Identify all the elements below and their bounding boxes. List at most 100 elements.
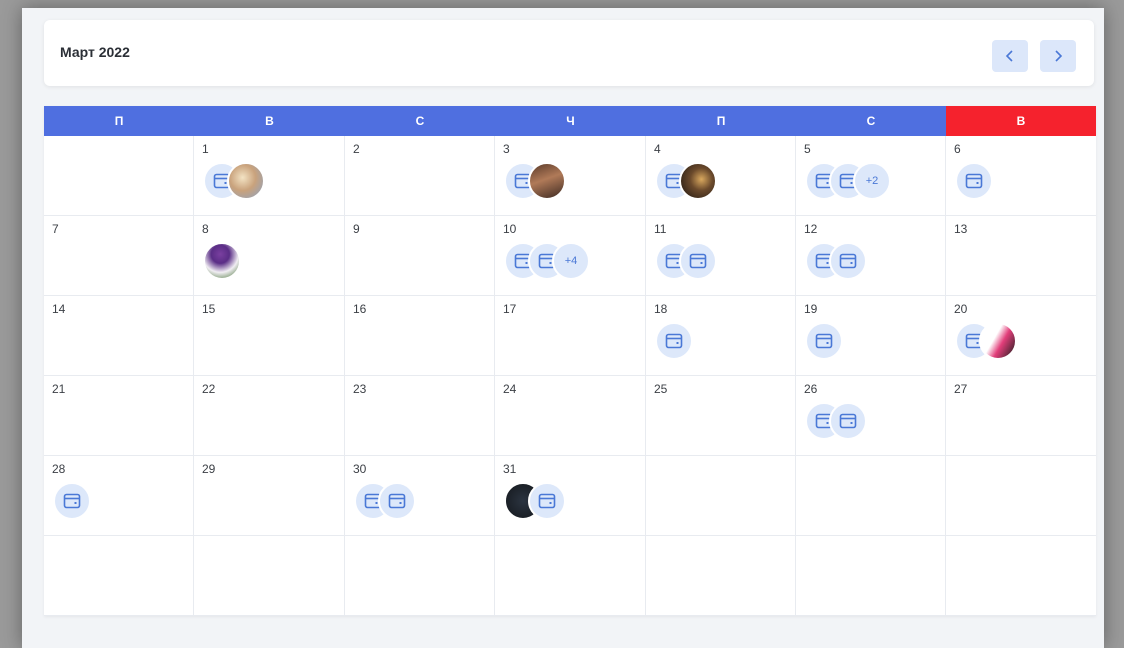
day-cell[interactable]: 21: [44, 376, 194, 456]
day-cell[interactable]: [495, 536, 646, 616]
day-cell[interactable]: [946, 456, 1096, 536]
more-events-badge[interactable]: +2: [853, 162, 891, 200]
event-stack: +2: [805, 162, 891, 200]
weekday-header: В: [194, 106, 345, 136]
day-cell[interactable]: 15: [194, 296, 345, 376]
weekday-header: П: [44, 106, 194, 136]
day-cell[interactable]: [44, 136, 194, 216]
day-number: 25: [654, 382, 668, 396]
day-cell[interactable]: 30: [345, 456, 495, 536]
day-cell[interactable]: [194, 536, 345, 616]
weekday-header: С: [345, 106, 495, 136]
day-number: 15: [202, 302, 216, 316]
day-cell[interactable]: 31: [495, 456, 646, 536]
day-cell[interactable]: 25: [646, 376, 796, 456]
week-row: 14 15 16 17 18 19 20: [44, 296, 1096, 376]
event-cake-photo[interactable]: [528, 162, 566, 200]
event-stack: [203, 162, 265, 200]
day-number: 5: [804, 142, 811, 156]
day-cell[interactable]: 3: [495, 136, 646, 216]
week-row: 1 2 3 4 5 +2 6: [44, 136, 1096, 216]
day-number: 21: [52, 382, 66, 396]
day-cell[interactable]: [44, 536, 194, 616]
day-cell[interactable]: 11: [646, 216, 796, 296]
day-cell[interactable]: 26: [796, 376, 946, 456]
calendar-header: Март 2022: [44, 20, 1094, 86]
day-cell[interactable]: 19: [796, 296, 946, 376]
day-cell[interactable]: [796, 456, 946, 536]
event-stack: [655, 322, 693, 360]
event-children-photo[interactable]: [227, 162, 265, 200]
day-cell[interactable]: 22: [194, 376, 345, 456]
day-cell[interactable]: 20: [946, 296, 1096, 376]
prev-month-button[interactable]: [992, 40, 1028, 72]
day-cell[interactable]: [796, 536, 946, 616]
week-row: 7 8 9 10 +4 11 12 13: [44, 216, 1096, 296]
day-number: 22: [202, 382, 216, 396]
day-number: 26: [804, 382, 818, 396]
event-calendar-badge[interactable]: [53, 482, 91, 520]
event-calendar-badge[interactable]: [378, 482, 416, 520]
chevron-left-icon: [1005, 50, 1013, 62]
day-cell[interactable]: 5 +2: [796, 136, 946, 216]
weekday-header: Ч: [495, 106, 646, 136]
day-cell[interactable]: 14: [44, 296, 194, 376]
day-cell[interactable]: [646, 456, 796, 536]
event-stack: [354, 482, 416, 520]
day-cell[interactable]: [345, 536, 495, 616]
event-stack: [805, 322, 843, 360]
day-number: 14: [52, 302, 66, 316]
event-calendar-badge[interactable]: [655, 322, 693, 360]
calendar-icon: [839, 413, 857, 429]
event-calendar-badge[interactable]: [829, 402, 867, 440]
day-number: 11: [654, 222, 667, 236]
event-poster-photo[interactable]: [979, 322, 1017, 360]
month-title: Март 2022: [60, 44, 130, 60]
week-row: [44, 536, 1096, 616]
day-cell[interactable]: 28: [44, 456, 194, 536]
calendar-icon: [63, 493, 81, 509]
day-cell[interactable]: 12: [796, 216, 946, 296]
day-cell[interactable]: 2: [345, 136, 495, 216]
day-cell[interactable]: 6: [946, 136, 1096, 216]
day-cell[interactable]: 27: [946, 376, 1096, 456]
event-calendar-badge[interactable]: [955, 162, 993, 200]
day-cell[interactable]: 18: [646, 296, 796, 376]
week-row: 28 29 30 31: [44, 456, 1096, 536]
day-cell[interactable]: 10 +4: [495, 216, 646, 296]
calendar-icon: [689, 253, 707, 269]
more-events-badge[interactable]: +4: [552, 242, 590, 280]
day-cell[interactable]: 9: [345, 216, 495, 296]
day-number: 19: [804, 302, 818, 316]
day-cell[interactable]: 13: [946, 216, 1096, 296]
event-calendar-badge[interactable]: [805, 322, 843, 360]
day-cell[interactable]: [646, 536, 796, 616]
day-number: 8: [202, 222, 209, 236]
event-calendar-badge[interactable]: [528, 482, 566, 520]
day-number: 31: [503, 462, 517, 476]
day-cell[interactable]: 7: [44, 216, 194, 296]
day-cell[interactable]: 4: [646, 136, 796, 216]
day-cell[interactable]: 17: [495, 296, 646, 376]
event-tulips-photo[interactable]: [203, 242, 241, 280]
day-cell[interactable]: 16: [345, 296, 495, 376]
week-row: 21 22 23 24 25 26 27: [44, 376, 1096, 456]
day-cell[interactable]: 8: [194, 216, 345, 296]
event-calendar-badge[interactable]: [829, 242, 867, 280]
weekday-header: В: [946, 106, 1096, 136]
event-stack: [955, 322, 1017, 360]
calendar-grid: ПВСЧПСВ 1 2 3 4 5 +2 6 7 8 9 10 +4 11 12 13 14 15 16 17 18 1…: [44, 106, 1096, 616]
event-stack: [504, 162, 566, 200]
day-number: 29: [202, 462, 216, 476]
day-number: 6: [954, 142, 961, 156]
day-cell[interactable]: [946, 536, 1096, 616]
event-calendar-badge[interactable]: [679, 242, 717, 280]
day-cell[interactable]: 29: [194, 456, 345, 536]
day-cell[interactable]: 1: [194, 136, 345, 216]
day-cell[interactable]: 23: [345, 376, 495, 456]
chevron-right-icon: [1055, 50, 1063, 62]
day-cell[interactable]: 24: [495, 376, 646, 456]
event-stack: [655, 162, 717, 200]
event-dogs-photo[interactable]: [679, 162, 717, 200]
next-month-button[interactable]: [1040, 40, 1076, 72]
